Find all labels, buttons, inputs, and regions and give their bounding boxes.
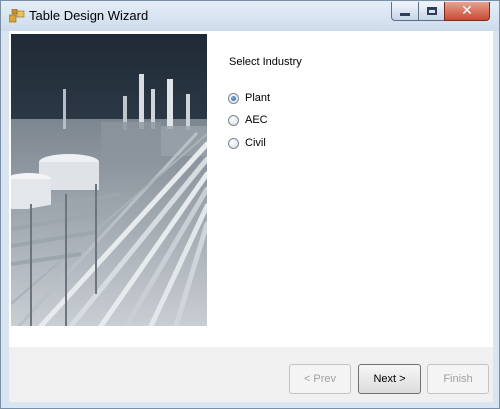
maximize-button[interactable]: [418, 2, 445, 21]
aec-radio[interactable]: [228, 114, 239, 126]
minimize-icon: [400, 13, 410, 16]
civil-radio[interactable]: [228, 137, 239, 149]
finish-button[interactable]: Finish: [427, 364, 489, 394]
select-industry-label: Select Industry: [229, 56, 302, 68]
aec-label[interactable]: AEC: [245, 114, 268, 126]
prev-button[interactable]: < Prev: [289, 364, 351, 394]
minimize-button[interactable]: [391, 2, 419, 21]
radio-option-civil[interactable]: Civil: [228, 135, 266, 151]
app-icon: [8, 8, 25, 23]
radio-option-aec[interactable]: AEC: [228, 112, 268, 128]
plant-illustration: [11, 34, 207, 326]
wizard-content: Select Industry Plant AEC Civil < Prev N…: [9, 31, 493, 402]
window-title: Table Design Wizard: [29, 8, 149, 23]
civil-label[interactable]: Civil: [245, 137, 266, 149]
radio-option-plant[interactable]: Plant: [228, 90, 270, 106]
wizard-window: Table Design Wizard ✕ Select Industry Pl…: [0, 0, 500, 409]
next-button[interactable]: Next >: [358, 364, 421, 394]
plant-radio[interactable]: [228, 92, 239, 104]
maximize-icon: [426, 7, 437, 15]
title-bar[interactable]: Table Design Wizard ✕: [1, 1, 499, 31]
plant-label[interactable]: Plant: [245, 92, 270, 104]
close-icon: ✕: [461, 3, 473, 19]
close-button[interactable]: ✕: [444, 2, 490, 21]
button-panel: < Prev Next > Finish: [9, 347, 493, 402]
